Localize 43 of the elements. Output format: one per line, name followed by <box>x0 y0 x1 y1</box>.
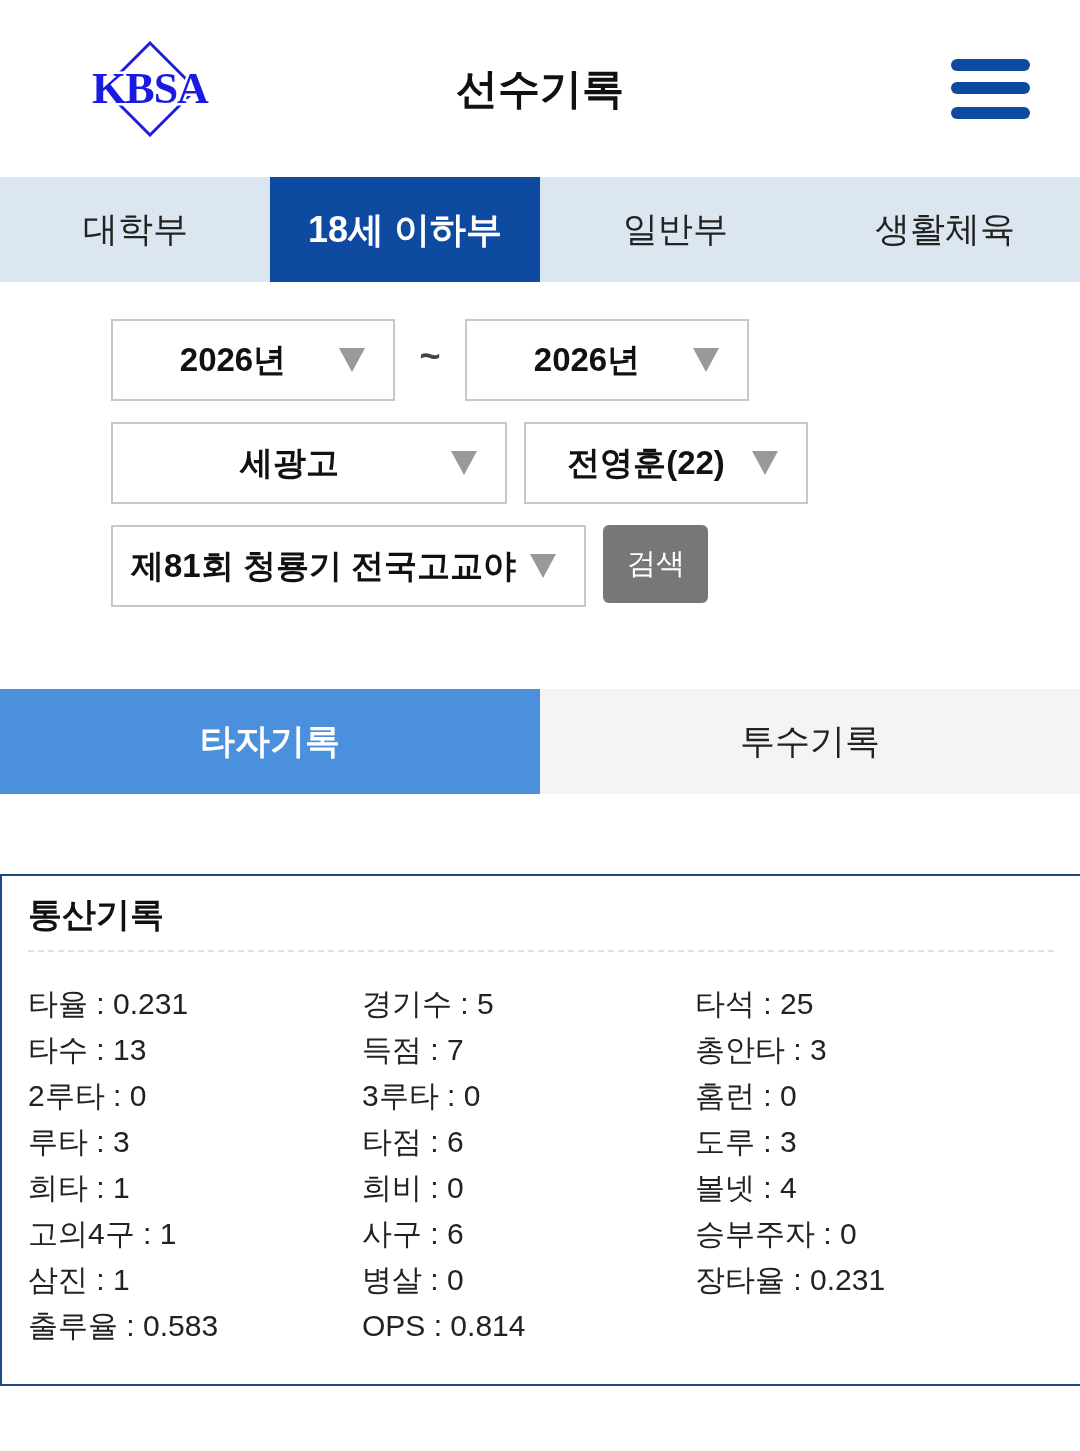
stat-text: 타수 : 13 <box>28 1032 147 1068</box>
stat-text: 총안타 : 3 <box>695 1032 827 1068</box>
stat-text: 희타 : 1 <box>28 1170 130 1206</box>
year-dropdown[interactable]: 2026년 <box>465 319 749 401</box>
record-tab[interactable]: 투수기록 <box>540 689 1080 794</box>
range-separator: ~ <box>418 334 442 378</box>
stat-text: 타석 : 25 <box>695 986 814 1022</box>
stat-text: 출루율 : 0.583 <box>28 1308 219 1344</box>
dropdown-arrow-icon <box>752 451 778 475</box>
stat-text: 타점 : 6 <box>362 1124 464 1160</box>
division-tab[interactable]: 일반부 <box>540 177 810 282</box>
stat-text: 장타율 : 0.231 <box>695 1262 886 1298</box>
stat-text: 삼진 : 1 <box>28 1262 130 1298</box>
player-dropdown[interactable]: 전영훈(22) <box>524 422 808 504</box>
stat-text: 2루타 : 0 <box>28 1078 147 1114</box>
page-title: 선수기록 <box>455 67 625 110</box>
stat-text: 루타 : 3 <box>28 1124 130 1160</box>
dropdown-arrow-icon <box>693 348 719 372</box>
stat-text: 타율 : 0.231 <box>28 986 189 1022</box>
stat-text: 사구 : 6 <box>362 1216 464 1252</box>
dropdown-arrow-icon <box>339 348 365 372</box>
stat-text: 도루 : 3 <box>695 1124 797 1160</box>
stat-text: 볼넷 : 4 <box>695 1170 797 1206</box>
stat-text: 득점 : 7 <box>362 1032 464 1068</box>
stat-text: 경기수 : 5 <box>362 986 494 1022</box>
stat-text: 병살 : 0 <box>362 1262 464 1298</box>
card-title: 통산기록 <box>28 894 164 935</box>
menu-icon[interactable] <box>951 58 1030 119</box>
stat-text: 고의4구 : 1 <box>28 1216 177 1252</box>
division-tab[interactable]: 18세 이하부 <box>270 177 540 282</box>
dropdown-arrow-icon <box>451 451 477 475</box>
dropdown-arrow-icon <box>530 554 556 578</box>
tournament-dropdown[interactable]: 제81회 청룡기 전국고교야 <box>111 525 586 607</box>
stat-text: OPS : 0.814 <box>362 1308 526 1344</box>
stat-text: 3루타 : 0 <box>362 1078 481 1114</box>
stat-text: 희비 : 0 <box>362 1170 464 1206</box>
year-dropdown[interactable]: 2026년 <box>111 319 395 401</box>
division-tab[interactable]: 대학부 <box>0 177 270 282</box>
division-tab[interactable]: 생활체육 <box>810 177 1080 282</box>
team-dropdown[interactable]: 세광고 <box>111 422 507 504</box>
stat-text: 승부주자 : 0 <box>695 1216 857 1252</box>
stat-text: 홈런 : 0 <box>695 1078 797 1114</box>
search-button[interactable]: 검색 <box>603 525 708 603</box>
